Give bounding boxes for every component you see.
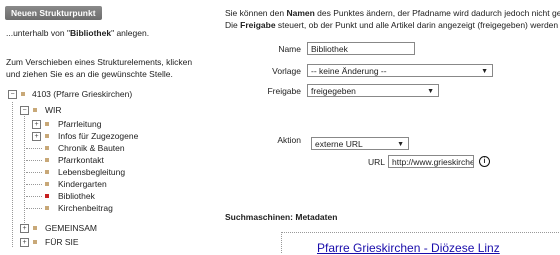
tree-node-infos[interactable]: + Infos für Zugezogene (0, 130, 210, 142)
name-input[interactable]: Bibliothek (307, 42, 415, 55)
chevron-down-icon: ▼ (481, 68, 488, 75)
create-under-text: ...unterhalb von "Bibliothek" anlegen. (6, 28, 150, 38)
intro-text: Sie können den Namen des Punktes ändern,… (225, 8, 560, 30)
freigabe-select[interactable]: freigegeben ▼ (307, 84, 439, 97)
selected-folder-icon (45, 194, 49, 198)
tree-node-gemeinsam[interactable]: + GEMEINSAM (0, 222, 210, 234)
folder-icon (45, 134, 49, 138)
info-icon[interactable]: i (479, 156, 490, 167)
drag-help-text: Zum Verschieben eines Strukturelements, … (6, 57, 193, 79)
plus-icon[interactable]: + (32, 132, 41, 141)
folder-icon (45, 206, 49, 210)
folder-icon (45, 182, 49, 186)
tree-node-root[interactable]: − 4103 (Pfarre Grieskirchen) (0, 88, 210, 100)
sidebar: Neuen Strukturpunkt ...unterhalb von "Bi… (0, 0, 210, 252)
folder-icon (45, 158, 49, 162)
seo-metadata-title: Suchmaschinen: Metadaten (225, 212, 338, 222)
folder-icon (21, 92, 25, 96)
new-structure-button[interactable]: Neuen Strukturpunkt (5, 6, 102, 20)
vorlage-select[interactable]: -- keine Änderung -- ▼ (307, 64, 493, 77)
tree-node-kirchenbeitrag[interactable]: Kirchenbeitrag (0, 202, 210, 214)
seo-preview-link[interactable]: Pfarre Grieskirchen - Diözese Linz (317, 241, 500, 255)
aktion-select[interactable]: externe URL ▼ (311, 137, 409, 150)
aktion-label: Aktion (277, 135, 301, 145)
plus-icon[interactable]: + (32, 120, 41, 129)
edit-form: Sie können den Namen des Punktes ändern,… (225, 0, 560, 255)
name-label: Name (278, 44, 301, 54)
tree-node-lebensbegleitung[interactable]: Lebensbegleitung (0, 166, 210, 178)
freigabe-label: Freigabe (267, 86, 301, 96)
folder-icon (45, 170, 49, 174)
tree-node-fuer-sie[interactable]: + FÜR SIE (0, 236, 210, 248)
minus-icon[interactable]: − (8, 90, 17, 99)
chevron-down-icon: ▼ (397, 141, 404, 148)
plus-icon[interactable]: + (20, 238, 29, 247)
tree-node-chronik[interactable]: Chronik & Bauten (0, 142, 210, 154)
url-label: URL (367, 157, 385, 167)
tree-node-pfarrleitung[interactable]: + Pfarrleitung (0, 118, 210, 130)
vorlage-label: Vorlage (272, 66, 301, 76)
folder-icon (45, 146, 49, 150)
tree-node-kindergarten[interactable]: Kindergarten (0, 178, 210, 190)
minus-icon[interactable]: − (20, 106, 29, 115)
plus-icon[interactable]: + (20, 224, 29, 233)
folder-icon (33, 108, 37, 112)
tree-node-wir[interactable]: − WIR (0, 104, 210, 116)
url-input[interactable]: http://www.grieskirchen (388, 155, 474, 168)
tree-node-bibliothek[interactable]: Bibliothek (0, 190, 210, 202)
chevron-down-icon: ▼ (427, 88, 434, 95)
folder-icon (33, 240, 37, 244)
tree-node-pfarrkontakt[interactable]: Pfarrkontakt (0, 154, 210, 166)
folder-icon (45, 122, 49, 126)
folder-icon (33, 226, 37, 230)
